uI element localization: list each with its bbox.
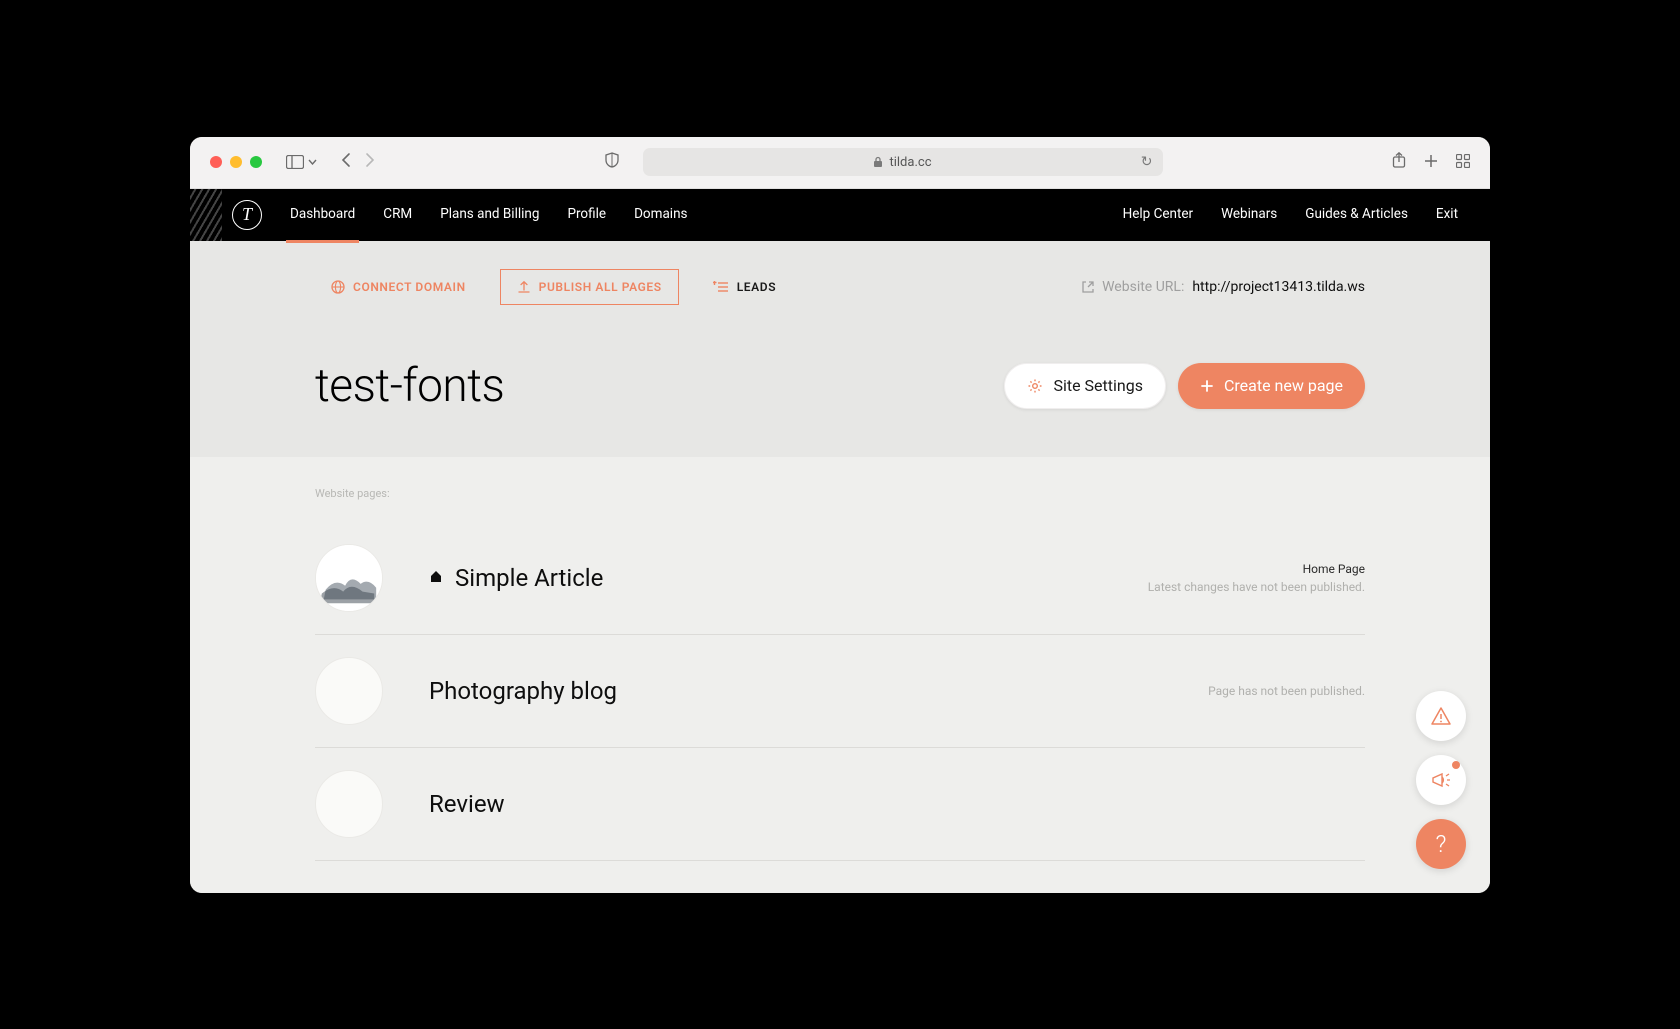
nav-item-plans-and-billing[interactable]: Plans and Billing <box>440 206 539 224</box>
tilda-logo[interactable]: T <box>232 200 262 230</box>
new-tab-button[interactable] <box>1424 153 1438 172</box>
page-thumbnail <box>315 544 383 612</box>
connect-domain-label: CONNECT DOMAIN <box>353 280 466 294</box>
sidebar-icon <box>286 155 304 169</box>
page-meta: Page has not been published. <box>1208 684 1365 698</box>
site-settings-label: Site Settings <box>1053 376 1143 395</box>
address-bar[interactable]: tilda.cc ↻ <box>643 148 1163 176</box>
nav-item-webinars[interactable]: Webinars <box>1221 206 1277 224</box>
share-button[interactable] <box>1392 152 1406 172</box>
external-link-icon <box>1082 281 1094 293</box>
help-button[interactable]: ? <box>1416 819 1466 869</box>
leads-icon <box>713 281 729 293</box>
website-url[interactable]: Website URL: http://project13413.tilda.w… <box>1082 279 1365 295</box>
address-host: tilda.cc <box>889 155 931 170</box>
browser-window: tilda.cc ↻ T Dashboard CRM Plans and Billi… <box>190 137 1490 893</box>
chevron-down-icon <box>308 159 317 165</box>
page-thumbnail <box>315 770 383 838</box>
alerts-button[interactable] <box>1416 691 1466 741</box>
publish-all-button[interactable]: PUBLISH ALL PAGES <box>500 269 679 305</box>
nav-item-domains[interactable]: Domains <box>634 206 687 224</box>
title-row: test-fonts Site Settings Create new page <box>315 305 1365 457</box>
site-title: test-fonts <box>315 359 504 413</box>
pages-section-label: Website pages: <box>315 487 1365 500</box>
create-page-label: Create new page <box>1224 376 1343 395</box>
page-note: Page has not been published. <box>1208 684 1365 698</box>
page-main: Simple Article <box>429 564 603 592</box>
page-badge: Home Page <box>1148 562 1365 576</box>
nav-item-guides-articles[interactable]: Guides & Articles <box>1305 206 1408 224</box>
window-zoom-button[interactable] <box>250 156 262 168</box>
tab-overview-button[interactable] <box>1456 153 1470 172</box>
nav-item-exit[interactable]: Exit <box>1436 206 1458 224</box>
nav-back-button[interactable] <box>341 152 351 172</box>
app-nav: T Dashboard CRM Plans and Billing Profile Do… <box>190 189 1490 241</box>
leads-button[interactable]: LEADS <box>697 270 792 304</box>
nav-item-crm[interactable]: CRM <box>383 206 412 224</box>
upload-icon <box>517 280 531 294</box>
lock-icon <box>873 156 883 168</box>
window-close-button[interactable] <box>210 156 222 168</box>
float-stack: ? <box>1416 691 1466 869</box>
page-title: Photography blog <box>429 677 617 705</box>
nav-forward-button[interactable] <box>365 152 375 172</box>
site-settings-button[interactable]: Site Settings <box>1004 363 1166 409</box>
warning-icon <box>1430 706 1452 726</box>
page-main: Review <box>429 790 505 818</box>
gear-icon <box>1027 378 1043 394</box>
nav-item-profile[interactable]: Profile <box>567 206 606 224</box>
globe-icon <box>331 280 345 294</box>
website-url-label: Website URL: <box>1102 279 1184 295</box>
action-row: CONNECT DOMAIN PUBLISH ALL PAGES LEADS W… <box>315 241 1365 305</box>
notification-dot <box>1452 761 1460 769</box>
nav-item-dashboard[interactable]: Dashboard <box>290 206 355 224</box>
page-note: Latest changes have not been published. <box>1148 580 1365 594</box>
page-main: Photography blog <box>429 677 617 705</box>
window-minimize-button[interactable] <box>230 156 242 168</box>
plus-icon <box>1200 379 1214 393</box>
publish-all-label: PUBLISH ALL PAGES <box>539 280 662 294</box>
browser-toolbar: tilda.cc ↻ <box>190 137 1490 189</box>
page-row[interactable]: Simple Article Home Page Latest changes ha… <box>315 522 1365 635</box>
page-thumbnail <box>315 657 383 725</box>
connect-domain-button[interactable]: CONNECT DOMAIN <box>315 270 482 304</box>
traffic-lights <box>210 156 262 168</box>
page-title: Review <box>429 790 505 818</box>
question-icon: ? <box>1436 830 1447 858</box>
decoration-strip <box>190 189 222 241</box>
leads-label: LEADS <box>737 280 776 294</box>
page-title: Simple Article <box>455 564 603 592</box>
reload-button[interactable]: ↻ <box>1141 154 1153 170</box>
create-page-button[interactable]: Create new page <box>1178 363 1365 409</box>
privacy-shield-icon[interactable] <box>605 152 619 172</box>
pages-area: Website pages: Simple Article Home Page La… <box>190 457 1490 893</box>
page-row[interactable]: Photography blog Page has not been publis… <box>315 635 1365 748</box>
page-row[interactable]: Review <box>315 748 1365 861</box>
page-meta: Home Page Latest changes have not been pu… <box>1148 562 1365 594</box>
sidebar-toggle[interactable] <box>286 155 317 169</box>
website-url-value: http://project13413.tilda.ws <box>1192 279 1365 295</box>
megaphone-icon <box>1430 770 1452 790</box>
home-icon <box>429 569 443 587</box>
announcements-button[interactable] <box>1416 755 1466 805</box>
nav-item-help-center[interactable]: Help Center <box>1123 206 1194 224</box>
